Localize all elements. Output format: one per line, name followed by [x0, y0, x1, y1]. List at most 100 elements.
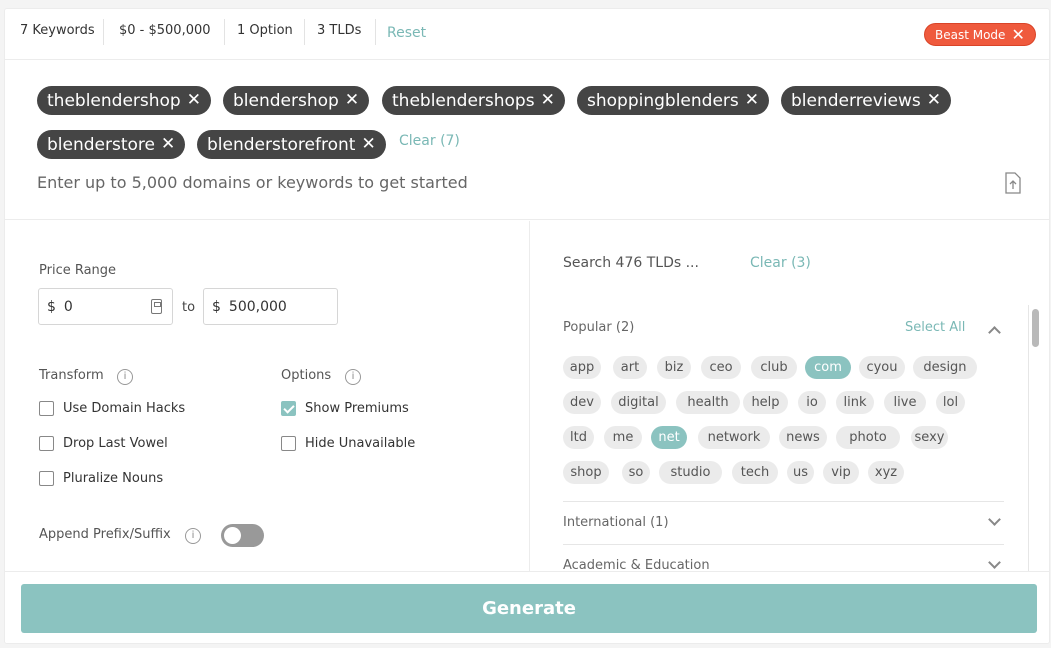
tld-chip[interactable]: io: [798, 391, 826, 414]
tld-chip[interactable]: com: [805, 356, 851, 379]
chevron-up-icon[interactable]: [988, 326, 1001, 339]
category-academic-title[interactable]: Academic & Education: [563, 558, 710, 571]
checkbox-label: Drop Last Vowel: [63, 436, 168, 451]
tld-chip[interactable]: ltd: [563, 426, 594, 449]
tld-chip[interactable]: app: [563, 356, 601, 379]
chevron-down-icon[interactable]: [988, 556, 1001, 569]
checkbox[interactable]: [281, 436, 296, 451]
keyword-chip[interactable]: theblendershop ✕: [37, 86, 211, 115]
tld-chip[interactable]: dev: [563, 391, 601, 414]
tld-chip[interactable]: sexy: [911, 426, 948, 449]
chevron-down-icon[interactable]: [988, 513, 1001, 526]
category-popular-title[interactable]: Popular (2): [563, 320, 634, 335]
keyword-chip-label: theblendershops: [392, 90, 535, 111]
append-prefix-suffix-toggle[interactable]: [221, 524, 264, 547]
transform-option[interactable]: Drop Last Vowel: [39, 436, 168, 451]
tld-chip[interactable]: lol: [936, 391, 965, 414]
summary-keywords[interactable]: 7 Keywords: [20, 23, 95, 38]
tld-chip[interactable]: digital: [611, 391, 666, 414]
keyword-input-area: theblendershop ✕ blendershop ✕ theblendersho…: [5, 61, 1049, 220]
tld-chip[interactable]: us: [787, 461, 814, 484]
keyword-chip[interactable]: theblendershops ✕: [382, 86, 565, 115]
tld-chip[interactable]: photo: [836, 426, 900, 449]
summary-tlds[interactable]: 3 TLDs: [317, 23, 361, 38]
checkbox[interactable]: [281, 401, 296, 416]
close-icon[interactable]: ✕: [1011, 26, 1024, 43]
keyword-chip[interactable]: blenderreviews ✕: [781, 86, 952, 115]
tld-panel: Clear (3) Popular (2) Select All appartb…: [531, 221, 1049, 571]
tld-chip[interactable]: club: [751, 356, 797, 379]
upload-file-icon[interactable]: [1003, 172, 1023, 194]
scrollbar-thumb[interactable]: [1032, 309, 1039, 347]
checkbox[interactable]: [39, 401, 54, 416]
summary-divider: [304, 19, 305, 45]
close-icon[interactable]: ✕: [187, 92, 201, 109]
filters-panel: Price Range $ 0 to $ 500,000 Transform i…: [5, 221, 530, 571]
keyword-chip-label: blenderstorefront: [207, 134, 356, 155]
keyword-chip[interactable]: blenderstorefront ✕: [197, 130, 386, 159]
options-option[interactable]: Show Premiums: [281, 401, 409, 416]
summary-divider: [103, 19, 104, 45]
footer: Generate: [5, 571, 1049, 643]
price-min-value: 0: [63, 298, 73, 315]
tld-chip[interactable]: so: [622, 461, 650, 484]
tld-chip[interactable]: me: [604, 426, 642, 449]
checkbox-label: Pluralize Nouns: [63, 471, 164, 486]
info-icon[interactable]: i: [345, 369, 361, 385]
tld-chip[interactable]: art: [613, 356, 647, 379]
currency-symbol: $: [212, 298, 221, 315]
info-icon[interactable]: i: [117, 369, 133, 385]
clear-keywords-link[interactable]: Clear (7): [399, 133, 460, 149]
keyword-chip[interactable]: blendershop ✕: [223, 86, 370, 115]
transform-option[interactable]: Use Domain Hacks: [39, 401, 185, 416]
tld-chip[interactable]: help: [743, 391, 788, 414]
tld-chip[interactable]: tech: [732, 461, 778, 484]
calculator-icon[interactable]: [151, 299, 162, 314]
tld-chip[interactable]: health: [676, 391, 740, 414]
close-icon[interactable]: ✕: [541, 92, 555, 109]
tld-chip[interactable]: design: [913, 356, 977, 379]
reset-link[interactable]: Reset: [387, 25, 426, 41]
tld-search-input[interactable]: [563, 255, 733, 271]
checkbox[interactable]: [39, 471, 54, 486]
tld-chip[interactable]: live: [884, 391, 926, 414]
close-icon[interactable]: ✕: [345, 92, 359, 109]
tld-chip[interactable]: shop: [563, 461, 609, 484]
select-all-link[interactable]: Select All: [905, 320, 965, 335]
category-international-title[interactable]: International (1): [563, 515, 669, 530]
keyword-chip[interactable]: shoppingblenders ✕: [577, 86, 769, 115]
close-icon[interactable]: ✕: [927, 92, 941, 109]
summary-bar: 7 Keywords $0 - $500,000 1 Option 3 TLDs…: [5, 9, 1049, 60]
keyword-chip-label: blendershop: [233, 90, 339, 111]
scrollbar-track[interactable]: [1028, 305, 1029, 571]
close-icon[interactable]: ✕: [745, 92, 759, 109]
price-min-field[interactable]: $ 0: [38, 288, 173, 325]
keyword-chip-label: blenderstore: [47, 134, 155, 155]
generate-button[interactable]: Generate: [21, 584, 1037, 633]
summary-options[interactable]: 1 Option: [237, 23, 293, 38]
checkbox[interactable]: [39, 436, 54, 451]
price-max-field[interactable]: $ 500,000: [203, 288, 338, 325]
tld-chip[interactable]: studio: [659, 461, 722, 484]
summary-price[interactable]: $0 - $500,000: [119, 23, 211, 38]
tld-chip[interactable]: ceo: [701, 356, 741, 379]
tld-chip[interactable]: network: [698, 426, 770, 449]
transform-option[interactable]: Pluralize Nouns: [39, 471, 163, 486]
options-option[interactable]: Hide Unavailable: [281, 436, 415, 451]
summary-divider: [375, 19, 376, 45]
clear-tlds-link[interactable]: Clear (3): [750, 255, 811, 271]
tld-chip[interactable]: net: [651, 426, 687, 449]
tld-chip[interactable]: news: [779, 426, 827, 449]
info-icon[interactable]: i: [185, 528, 201, 544]
tld-chip[interactable]: vip: [823, 461, 859, 484]
keyword-chip[interactable]: blenderstore ✕: [37, 130, 186, 159]
tld-chip[interactable]: biz: [657, 356, 691, 379]
close-icon[interactable]: ✕: [361, 136, 375, 153]
tld-chip[interactable]: cyou: [859, 356, 905, 379]
close-icon[interactable]: ✕: [161, 136, 175, 153]
tld-chip[interactable]: link: [836, 391, 874, 414]
beast-mode-button[interactable]: Beast Mode ✕: [924, 23, 1036, 46]
keyword-input[interactable]: [37, 173, 937, 192]
toggle-knob: [224, 527, 241, 544]
tld-chip[interactable]: xyz: [868, 461, 904, 484]
